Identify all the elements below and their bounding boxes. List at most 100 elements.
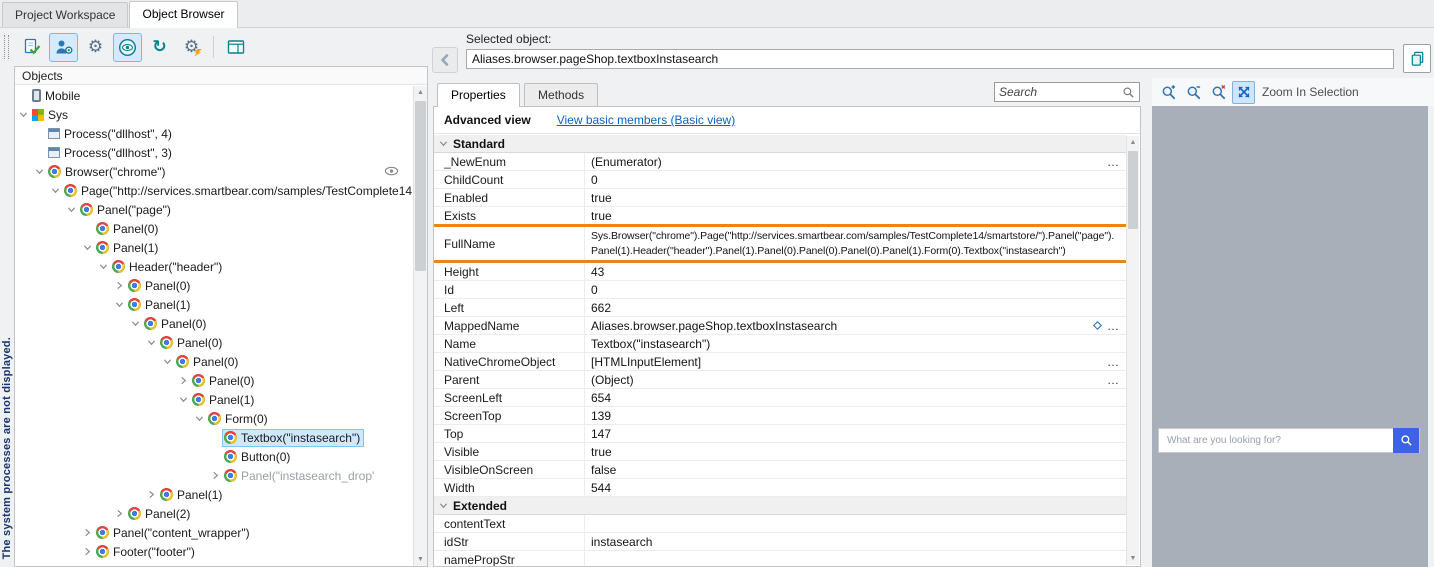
chevron-collapsed-icon[interactable] xyxy=(178,375,189,386)
chevron-collapsed-icon[interactable] xyxy=(114,280,125,291)
tree-item-panel-0[interactable]: Panel(0) xyxy=(15,352,413,371)
chevron-collapsed-icon[interactable] xyxy=(114,508,125,519)
tree-item-panel-1[interactable]: Panel(1) xyxy=(15,238,413,257)
property-row-name[interactable]: NameTextbox("instasearch") xyxy=(434,335,1126,353)
property-row-fullname[interactable]: FullNameSys.Browser("chrome").Page("http… xyxy=(434,225,1126,263)
tree-item-footer-footer[interactable]: Footer("footer") xyxy=(15,542,413,561)
scroll-down-arrow-icon[interactable]: ▼ xyxy=(1127,552,1139,565)
property-row-top[interactable]: Top147 xyxy=(434,425,1126,443)
section-header-standard[interactable]: Standard xyxy=(434,135,1126,153)
tab-project-workspace[interactable]: Project Workspace xyxy=(2,2,128,27)
tree-item-panel-1[interactable]: Panel(1) xyxy=(15,390,413,409)
highlight-on-screen-button[interactable] xyxy=(113,33,142,62)
property-row-id[interactable]: Id0 xyxy=(434,281,1126,299)
property-row-childcount[interactable]: ChildCount0 xyxy=(434,171,1126,189)
tree-item-page-http-services-smartbear-com-samples-testcomplete14-s[interactable]: Page("http://services.smartbear.com/samp… xyxy=(15,181,413,200)
property-row-enabled[interactable]: Enabledtrue xyxy=(434,189,1126,207)
chevron-expanded-icon[interactable] xyxy=(194,413,205,424)
tree-item-panel-content-wrapper[interactable]: Panel("content_wrapper") xyxy=(15,523,413,542)
zoom-out-button[interactable] xyxy=(1182,81,1205,104)
scroll-down-arrow-icon[interactable]: ▼ xyxy=(414,553,427,566)
tree-item-panel-0[interactable]: Panel(0) xyxy=(15,219,413,238)
property-row-screentop[interactable]: ScreenTop139 xyxy=(434,407,1126,425)
property-row-exists[interactable]: Existstrue xyxy=(434,207,1126,225)
property-row-nativechromeobject[interactable]: NativeChromeObject[HTMLInputElement]… xyxy=(434,353,1126,371)
settings-button[interactable]: ⚙ xyxy=(81,33,110,62)
chevron-expanded-icon[interactable] xyxy=(114,299,125,310)
tree-item-header-header[interactable]: Header("header") xyxy=(15,257,413,276)
tree-item-process-dllhost-4[interactable]: Process("dllhost", 4) xyxy=(15,124,413,143)
chevron-expanded-icon[interactable] xyxy=(178,394,189,405)
chevron-expanded-icon[interactable] xyxy=(98,261,109,272)
scrollbar-thumb[interactable] xyxy=(415,101,426,271)
property-row-mappedname[interactable]: MappedNameAliases.browser.pageShop.textb… xyxy=(434,317,1126,335)
tree-item-browser-chrome[interactable]: Browser("chrome") xyxy=(15,162,413,181)
property-row-width[interactable]: Width544 xyxy=(434,479,1126,497)
property-row-visible[interactable]: Visibletrue xyxy=(434,443,1126,461)
tree-item-panel-0[interactable]: Panel(0) xyxy=(15,276,413,295)
property-row-screenleft[interactable]: ScreenLeft654 xyxy=(434,389,1126,407)
zoom-reset-button[interactable] xyxy=(1207,81,1230,104)
chevron-collapsed-icon[interactable] xyxy=(82,546,93,557)
toolbar-grip-handle[interactable] xyxy=(4,35,9,59)
tree-item-form-0[interactable]: Form(0) xyxy=(15,409,413,428)
tree-item-sys[interactable]: Sys xyxy=(15,105,413,124)
property-row-newenum[interactable]: _NewEnum(Enumerator)… xyxy=(434,153,1126,171)
tree-item-mobile[interactable]: Mobile xyxy=(15,86,413,105)
property-row-height[interactable]: Height43 xyxy=(434,263,1126,281)
tree-item-panel-0[interactable]: Panel(0) xyxy=(15,314,413,333)
tree-item-textbox-instasearch[interactable]: Textbox("instasearch") xyxy=(15,428,413,447)
tree-scrollbar[interactable]: ▲ ▼ xyxy=(413,86,427,566)
chevron-expanded-icon[interactable] xyxy=(130,318,141,329)
chevron-expanded-icon[interactable] xyxy=(34,166,45,177)
chevron-expanded-icon[interactable] xyxy=(162,356,173,367)
chevron-expanded-icon[interactable] xyxy=(146,337,157,348)
property-row-contenttext[interactable]: contentText xyxy=(434,515,1126,533)
ellipsis-button[interactable]: … xyxy=(1107,374,1120,386)
tree-item-panel-instasearch-drop[interactable]: Panel("instasearch_drop' xyxy=(15,466,413,485)
tree-item-panel-0[interactable]: Panel(0) xyxy=(15,371,413,390)
mapped-object-diamond-icon[interactable] xyxy=(1092,320,1103,331)
ellipsis-button[interactable]: … xyxy=(1107,320,1120,332)
property-row-visibleonscreen[interactable]: VisibleOnScreenfalse xyxy=(434,461,1126,479)
grid-scrollbar[interactable]: ▲ ▼ xyxy=(1126,136,1139,565)
chevron-collapsed-icon[interactable] xyxy=(210,470,221,481)
tree-item-panel-0[interactable]: Panel(0) xyxy=(15,333,413,352)
add-checked-object-button[interactable] xyxy=(17,33,46,62)
map-object-button[interactable] xyxy=(49,33,78,62)
tab-properties[interactable]: Properties xyxy=(437,83,520,107)
highlight-eye-icon[interactable] xyxy=(384,166,399,176)
ellipsis-button[interactable]: … xyxy=(1107,356,1120,368)
tab-object-browser[interactable]: Object Browser xyxy=(129,1,237,28)
chevron-expanded-icon[interactable] xyxy=(50,185,61,196)
zoom-in-button[interactable] xyxy=(1157,81,1180,104)
property-row-idstr[interactable]: idStrinstasearch xyxy=(434,533,1126,551)
scroll-up-arrow-icon[interactable]: ▲ xyxy=(414,86,427,99)
tree-item-panel-page[interactable]: Panel("page") xyxy=(15,200,413,219)
property-row-parent[interactable]: Parent(Object)… xyxy=(434,371,1126,389)
tab-methods[interactable]: Methods xyxy=(524,83,598,106)
chevron-expanded-icon[interactable] xyxy=(66,204,77,215)
copy-button[interactable] xyxy=(1403,44,1431,73)
tree-item-panel-2[interactable]: Panel(2) xyxy=(15,504,413,523)
zoom-in-selection-button[interactable] xyxy=(1232,81,1255,104)
tree-item-button-0[interactable]: Button(0) xyxy=(15,447,413,466)
chevron-expanded-icon[interactable] xyxy=(82,242,93,253)
tree-item-panel-1[interactable]: Panel(1) xyxy=(15,295,413,314)
scroll-up-arrow-icon[interactable]: ▲ xyxy=(1127,136,1139,149)
property-row-left[interactable]: Left662 xyxy=(434,299,1126,317)
chevron-collapsed-icon[interactable] xyxy=(146,489,157,500)
selected-object-input[interactable] xyxy=(466,49,1394,69)
section-header-extended[interactable]: Extended xyxy=(434,497,1126,515)
ellipsis-button[interactable]: … xyxy=(1107,156,1120,168)
run-settings-button[interactable]: ⚙ xyxy=(177,33,206,62)
property-row-namepropstr[interactable]: namePropStr xyxy=(434,551,1126,566)
chevron-expanded-icon[interactable] xyxy=(18,109,29,120)
tree-item-panel-1[interactable]: Panel(1) xyxy=(15,485,413,504)
back-button[interactable] xyxy=(432,47,458,73)
refresh-button[interactable]: ↻ xyxy=(145,33,174,62)
scrollbar-thumb[interactable] xyxy=(1128,151,1138,229)
show-panel-button[interactable] xyxy=(221,33,250,62)
chevron-collapsed-icon[interactable] xyxy=(82,527,93,538)
basic-view-link[interactable]: View basic members (Basic view) xyxy=(557,113,736,127)
